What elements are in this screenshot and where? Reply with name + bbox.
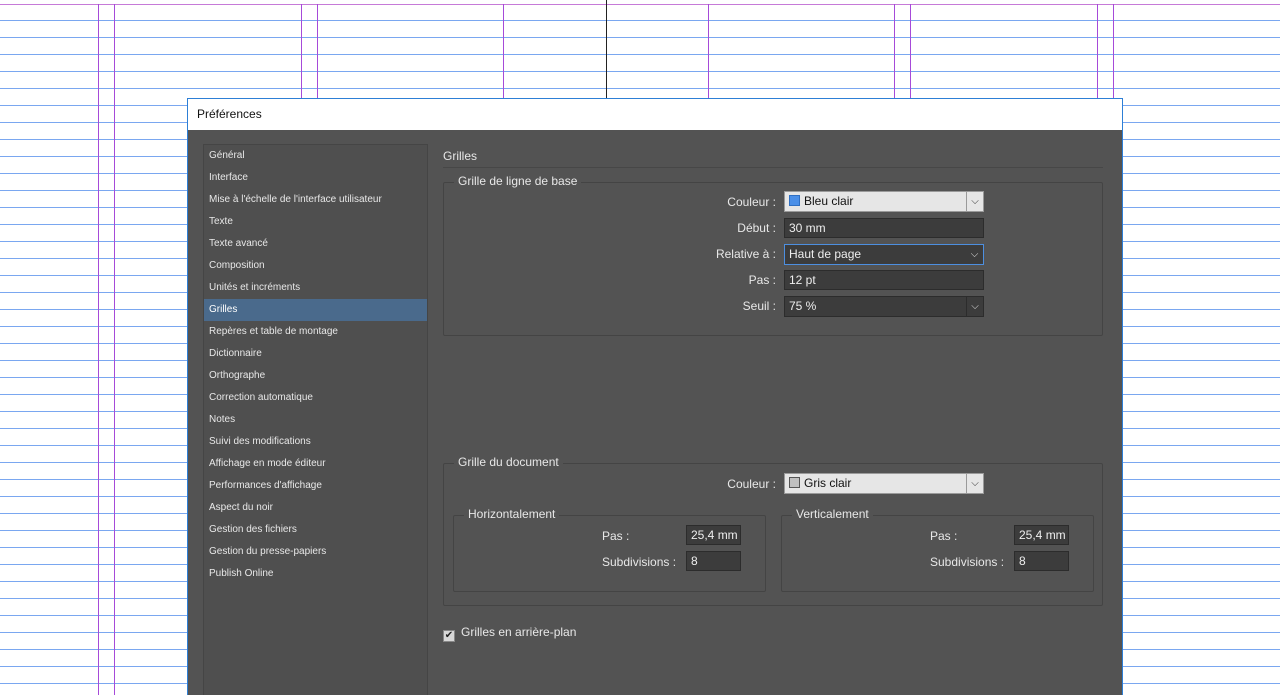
sidebar-item-display-performance[interactable]: Performances d'affichage (204, 475, 427, 497)
chevron-down-icon[interactable]: ⌵ (966, 192, 983, 211)
baseline-relative-select[interactable]: Haut de page ⌵ (784, 244, 984, 265)
sidebar-item-type[interactable]: Texte (204, 211, 427, 233)
sidebar-item-spelling[interactable]: Orthographe (204, 365, 427, 387)
sidebar-item-composition[interactable]: Composition (204, 255, 427, 277)
sidebar-item-dictionary[interactable]: Dictionnaire (204, 343, 427, 365)
sidebar-item-notes[interactable]: Notes (204, 409, 427, 431)
document-color-select[interactable]: Gris clair ⌵ (784, 473, 984, 494)
vertical-increment-label: Pas : (930, 529, 958, 543)
baseline-grid-legend: Grille de ligne de base (454, 174, 582, 188)
chevron-down-icon[interactable]: ⌵ (966, 474, 983, 493)
section-title: Grilles (443, 149, 478, 163)
grids-in-back-checkbox[interactable]: ✔ (443, 630, 455, 642)
sidebar-item-units-increments[interactable]: Unités et incréments (204, 277, 427, 299)
baseline-relative-value: Haut de page (789, 247, 862, 261)
document-grid-legend: Grille du document (454, 455, 563, 469)
baseline-threshold-label: Seuil : (742, 299, 776, 313)
vertical-legend: Verticalement (792, 507, 873, 521)
baseline-color-value: Bleu clair (804, 194, 854, 208)
vertical-subdivisions-label: Subdivisions : (930, 555, 1005, 569)
vertical-subgroup: Verticalement Pas : 25,4 mm Subdivisions… (781, 507, 1094, 592)
baseline-threshold-select[interactable]: 75 % ⌵ (784, 296, 984, 317)
horizontal-increment-label: Pas : (602, 529, 630, 543)
preferences-category-list[interactable]: Général Interface Mise à l'échelle de l'… (203, 144, 428, 695)
sidebar-item-autocorrect[interactable]: Correction automatique (204, 387, 427, 409)
chevron-down-icon[interactable]: ⌵ (966, 245, 983, 264)
sidebar-item-interface[interactable]: Interface (204, 167, 427, 189)
horizontal-increment-field[interactable]: 25,4 mm (686, 525, 741, 545)
sidebar-item-clipboard-handling[interactable]: Gestion du presse-papiers (204, 541, 427, 563)
sidebar-item-story-editor-display[interactable]: Affichage en mode éditeur (204, 453, 427, 475)
baseline-increment-label: Pas : (748, 273, 776, 287)
section-divider (443, 167, 1103, 168)
vertical-subdivisions-field[interactable]: 8 (1014, 551, 1069, 571)
baseline-start-label: Début : (737, 221, 776, 235)
blue-color-swatch-icon (789, 195, 800, 206)
horizontal-legend: Horizontalement (464, 507, 560, 521)
sidebar-item-appearance-of-black[interactable]: Aspect du noir (204, 497, 427, 519)
sidebar-item-track-changes[interactable]: Suivi des modifications (204, 431, 427, 453)
sidebar-item-advanced-type[interactable]: Texte avancé (204, 233, 427, 255)
dialog-title: Préférences (188, 99, 1122, 130)
baseline-color-label: Couleur : (727, 195, 776, 209)
preferences-dialog: Préférences Général Interface Mise à l'é… (187, 98, 1123, 695)
grids-in-back-row[interactable]: ✔ Grilles en arrière-plan (443, 625, 576, 642)
gray-color-swatch-icon (789, 477, 800, 488)
baseline-start-field[interactable]: 30 mm (784, 218, 984, 238)
sidebar-item-guides-pasteboard[interactable]: Repères et table de montage (204, 321, 427, 343)
baseline-relative-label: Relative à : (715, 247, 776, 261)
horizontal-subdivisions-label: Subdivisions : (602, 555, 677, 569)
document-grid-group: Grille du document Couleur : Gris clair … (443, 455, 1103, 606)
vertical-increment-field[interactable]: 25,4 mm (1014, 525, 1069, 545)
baseline-color-select[interactable]: Bleu clair ⌵ (784, 191, 984, 212)
column-guide (114, 4, 115, 695)
sidebar-item-publish-online[interactable]: Publish Online (204, 563, 427, 585)
baseline-grid-group: Grille de ligne de base Couleur : Bleu c… (443, 174, 1103, 336)
chevron-down-icon[interactable]: ⌵ (966, 297, 983, 316)
column-guide (98, 4, 99, 695)
baseline-increment-field[interactable]: 12 pt (784, 270, 984, 290)
sidebar-item-general[interactable]: Général (204, 145, 427, 167)
sidebar-item-ui-scaling[interactable]: Mise à l'échelle de l'interface utilisat… (204, 189, 427, 211)
baseline-threshold-value: 75 % (789, 299, 817, 313)
document-color-label: Couleur : (727, 477, 776, 491)
grids-in-back-label: Grilles en arrière-plan (461, 625, 577, 639)
sidebar-item-file-handling[interactable]: Gestion des fichiers (204, 519, 427, 541)
horizontal-subgroup: Horizontalement Pas : 25,4 mm Subdivisio… (453, 507, 766, 592)
document-color-value: Gris clair (804, 476, 852, 490)
page-top-margin-guide (0, 4, 1280, 5)
checkmark-icon: ✔ (444, 630, 454, 641)
sidebar-item-grids[interactable]: Grilles (204, 299, 427, 321)
horizontal-subdivisions-field[interactable]: 8 (686, 551, 741, 571)
